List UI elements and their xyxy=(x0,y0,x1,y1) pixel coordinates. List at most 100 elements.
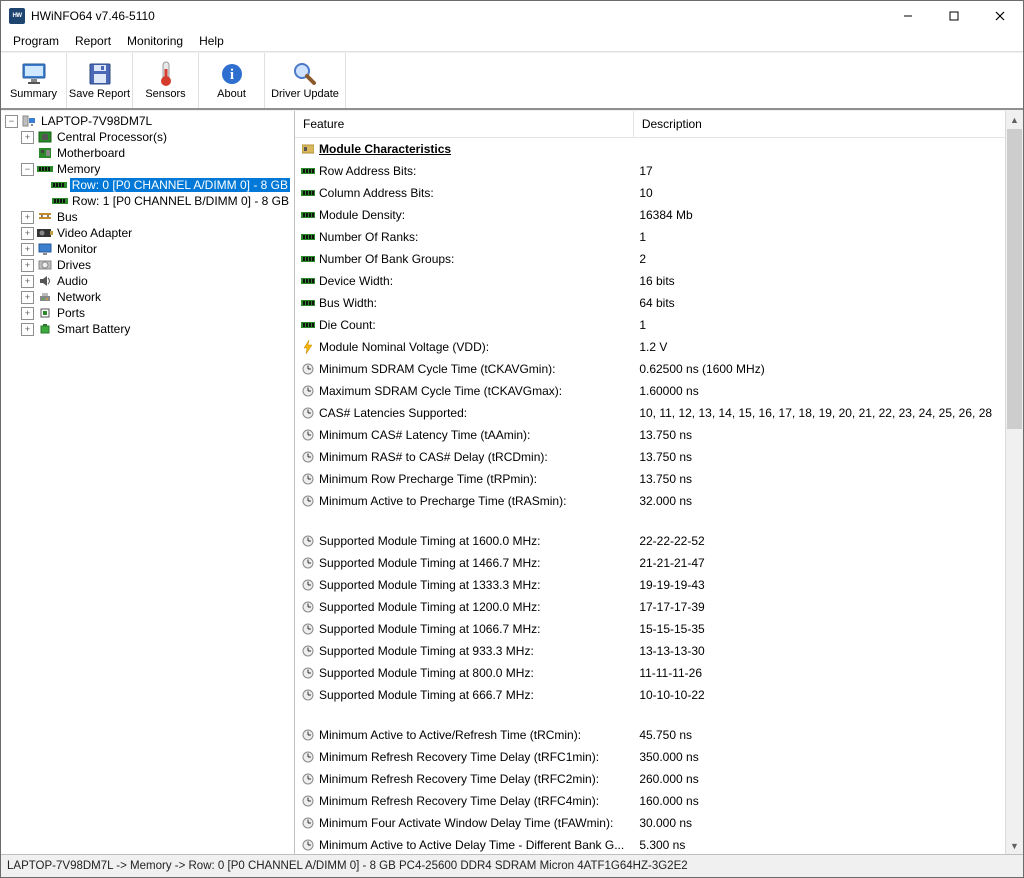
menu-program[interactable]: Program xyxy=(5,32,67,50)
minimize-button[interactable] xyxy=(885,1,931,31)
feature-value: 10 xyxy=(633,182,1005,204)
detail-row[interactable]: Minimum CAS# Latency Time (tAAmin):13.75… xyxy=(295,424,1005,446)
batt-icon xyxy=(37,322,53,336)
detail-row[interactable]: Minimum SDRAM Cycle Time (tCKAVGmin):0.6… xyxy=(295,358,1005,380)
expand-icon[interactable]: + xyxy=(21,211,34,224)
detail-row[interactable]: Supported Module Timing at 1600.0 MHz:22… xyxy=(295,530,1005,552)
feature-label: Supported Module Timing at 1466.7 MHz: xyxy=(319,554,540,572)
tree-item[interactable]: +Drives xyxy=(17,257,294,273)
expand-icon[interactable]: + xyxy=(21,307,34,320)
detail-row[interactable]: Bus Width:64 bits xyxy=(295,292,1005,314)
toolbar-summary-button[interactable]: Summary xyxy=(1,53,67,108)
scroll-up-icon[interactable]: ▲ xyxy=(1006,111,1023,128)
feature-value: 0.62500 ns (1600 MHz) xyxy=(633,358,1005,380)
feature-label: Supported Module Timing at 800.0 MHz: xyxy=(319,664,534,682)
detail-row[interactable]: Maximum SDRAM Cycle Time (tCKAVGmax):1.6… xyxy=(295,380,1005,402)
tree-item-label: Motherboard xyxy=(56,146,126,160)
detail-row[interactable]: Supported Module Timing at 933.3 MHz:13-… xyxy=(295,640,1005,662)
expand-icon[interactable]: + xyxy=(21,259,34,272)
tree-item-label: Network xyxy=(56,290,102,304)
expand-icon[interactable]: + xyxy=(21,227,34,240)
memory-icon xyxy=(301,230,315,244)
detail-row[interactable]: Minimum Active to Active/Refresh Time (t… xyxy=(295,724,1005,746)
detail-row[interactable]: Minimum Row Precharge Time (tRPmin):13.7… xyxy=(295,468,1005,490)
toolbar-save-button[interactable]: Save Report xyxy=(67,53,133,108)
expand-icon[interactable]: + xyxy=(21,275,34,288)
tree-item[interactable]: +Monitor xyxy=(17,241,294,257)
toolbar-about-button[interactable]: i About xyxy=(199,53,265,108)
detail-row[interactable]: Die Count:1 xyxy=(295,314,1005,336)
detail-row[interactable]: Minimum Refresh Recovery Time Delay (tRF… xyxy=(295,746,1005,768)
details-panel: Feature Description Module Characteristi… xyxy=(295,111,1023,854)
tree-item[interactable]: Row: 0 [P0 CHANNEL A/DIMM 0] - 8 GB xyxy=(33,177,294,193)
scroll-thumb[interactable] xyxy=(1007,129,1022,429)
computer-icon xyxy=(21,114,37,128)
titlebar: HW HWiNFO64 v7.46-5110 xyxy=(1,1,1023,31)
tree-item[interactable]: +Audio xyxy=(17,273,294,289)
clock-icon xyxy=(301,428,315,442)
detail-row[interactable]: Number Of Ranks:1 xyxy=(295,226,1005,248)
tree-item[interactable]: +Smart Battery xyxy=(17,321,294,337)
menu-help[interactable]: Help xyxy=(191,32,232,50)
detail-row[interactable] xyxy=(295,706,1005,724)
detail-row[interactable]: Supported Module Timing at 1333.3 MHz:19… xyxy=(295,574,1005,596)
tree-item[interactable]: +Ports xyxy=(17,305,294,321)
detail-row[interactable]: Supported Module Timing at 1466.7 MHz:21… xyxy=(295,552,1005,574)
detail-row[interactable]: Supported Module Timing at 1200.0 MHz:17… xyxy=(295,596,1005,618)
feature-value: 1 xyxy=(633,226,1005,248)
detail-row[interactable]: Minimum Active to Active Delay Time - Di… xyxy=(295,834,1005,854)
close-button[interactable] xyxy=(977,1,1023,31)
tree-item[interactable]: Row: 1 [P0 CHANNEL B/DIMM 0] - 8 GB xyxy=(33,193,294,209)
feature-label: Module Density: xyxy=(319,206,405,224)
detail-row[interactable]: Row Address Bits:17 xyxy=(295,160,1005,182)
column-feature[interactable]: Feature xyxy=(295,111,633,138)
details-list[interactable]: Feature Description Module Characteristi… xyxy=(295,111,1005,854)
tree-item[interactable]: + Network xyxy=(17,289,294,305)
feature-label: Minimum Refresh Recovery Time Delay (tRF… xyxy=(319,748,599,766)
detail-row[interactable]: Column Address Bits:10 xyxy=(295,182,1005,204)
expand-icon[interactable]: + xyxy=(21,323,34,336)
detail-row[interactable]: CAS# Latencies Supported:10, 11, 12, 13,… xyxy=(295,402,1005,424)
detail-row[interactable] xyxy=(295,512,1005,530)
feature-label: Supported Module Timing at 933.3 MHz: xyxy=(319,642,534,660)
expand-icon[interactable]: + xyxy=(21,243,34,256)
memory-icon xyxy=(301,164,315,178)
expand-icon[interactable]: + xyxy=(21,131,34,144)
tree-item[interactable]: +Video Adapter xyxy=(17,225,294,241)
detail-row[interactable]: Minimum RAS# to CAS# Delay (tRCDmin):13.… xyxy=(295,446,1005,468)
tree-item[interactable]: +Bus xyxy=(17,209,294,225)
collapse-icon[interactable]: − xyxy=(21,163,34,176)
tree-item[interactable]: Motherboard xyxy=(17,145,294,161)
tree-panel[interactable]: −LAPTOP-7V98DM7L+Central Processor(s)Mot… xyxy=(1,111,295,854)
detail-row[interactable]: Module Nominal Voltage (VDD):1.2 V xyxy=(295,336,1005,358)
detail-row[interactable]: Supported Module Timing at 1066.7 MHz:15… xyxy=(295,618,1005,640)
detail-row[interactable]: Minimum Refresh Recovery Time Delay (tRF… xyxy=(295,768,1005,790)
expand-icon[interactable]: + xyxy=(21,291,34,304)
tree-item[interactable]: +Central Processor(s) xyxy=(17,129,294,145)
detail-row[interactable]: Minimum Refresh Recovery Time Delay (tRF… xyxy=(295,790,1005,812)
detail-row[interactable]: Supported Module Timing at 666.7 MHz:10-… xyxy=(295,684,1005,706)
detail-row[interactable]: Number Of Bank Groups:2 xyxy=(295,248,1005,270)
detail-row[interactable]: Module Density:16384 Mb xyxy=(295,204,1005,226)
vertical-scrollbar[interactable]: ▲ ▼ xyxy=(1005,111,1023,854)
toolbar-sensors-button[interactable]: Sensors xyxy=(133,53,199,108)
scroll-down-icon[interactable]: ▼ xyxy=(1006,837,1023,854)
menu-monitoring[interactable]: Monitoring xyxy=(119,32,191,50)
detail-row[interactable]: Supported Module Timing at 800.0 MHz:11-… xyxy=(295,662,1005,684)
collapse-icon[interactable]: − xyxy=(5,115,18,128)
detail-row[interactable]: Device Width:16 bits xyxy=(295,270,1005,292)
maximize-button[interactable] xyxy=(931,1,977,31)
memory-icon xyxy=(301,208,315,222)
feature-label: Die Count: xyxy=(319,316,376,334)
feature-label: Bus Width: xyxy=(319,294,377,312)
detail-row[interactable]: Minimum Four Activate Window Delay Time … xyxy=(295,812,1005,834)
tree-root-node[interactable]: −LAPTOP-7V98DM7L xyxy=(1,113,294,129)
toolbar-driver-button[interactable]: Driver Update xyxy=(265,53,346,108)
detail-row[interactable]: Minimum Active to Precharge Time (tRASmi… xyxy=(295,490,1005,512)
tree-item[interactable]: −Memory xyxy=(17,161,294,177)
feature-label: Supported Module Timing at 1200.0 MHz: xyxy=(319,598,540,616)
clock-icon xyxy=(301,406,315,420)
memory-icon xyxy=(301,296,315,310)
menu-report[interactable]: Report xyxy=(67,32,119,50)
column-description[interactable]: Description xyxy=(633,111,1005,138)
